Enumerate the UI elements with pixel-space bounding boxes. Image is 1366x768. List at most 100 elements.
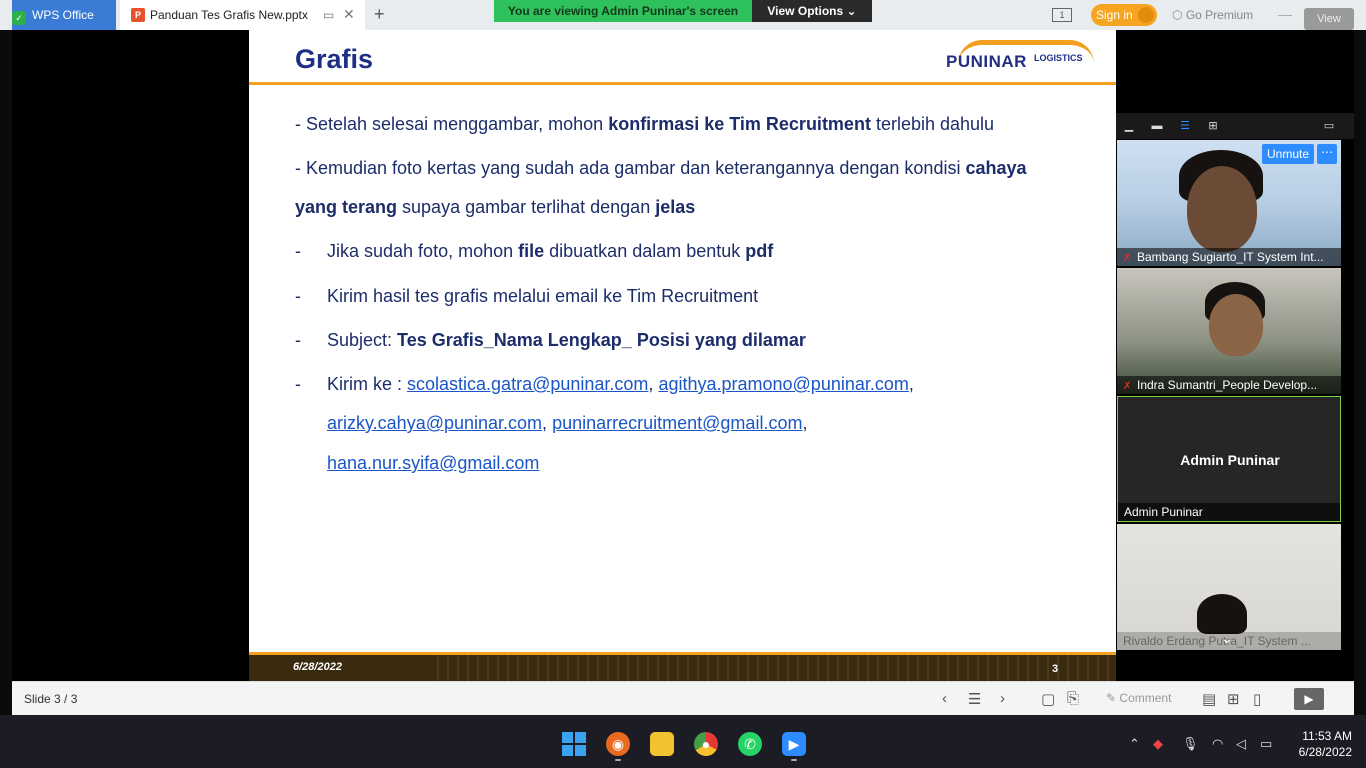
text: supaya gambar terlihat dengan [397, 197, 656, 217]
reading-view-icon[interactable]: ▯ [1253, 690, 1261, 708]
email-link[interactable]: agithya.pramono@puninar.com [658, 374, 908, 394]
normal-view-icon[interactable]: ▤ [1202, 690, 1216, 708]
slideshow-play-button[interactable]: ▶ [1294, 688, 1324, 710]
bullet-dash: - [295, 374, 301, 394]
instruction-line-3: yang terang supaya gambar terlihat denga… [295, 197, 695, 218]
tab-pin-icon[interactable]: ▭ [323, 8, 334, 22]
comment-button[interactable]: ✎ Comment [1106, 691, 1171, 705]
view-options-button[interactable]: View Options ⌄ [752, 0, 872, 22]
clock[interactable]: 11:53 AM 6/28/2022 [1286, 728, 1352, 760]
file-explorer-icon[interactable] [650, 732, 674, 756]
slide-canvas: Grafis PUNINAR LOGISTICS - Setelah seles… [249, 30, 1116, 681]
bullet-dash: - [295, 241, 301, 261]
text-bold: Tes Grafis_Nama Lengkap_ Posisi yang dil… [397, 330, 806, 350]
presentation-file-icon: P [131, 8, 145, 22]
tab-wps-office[interactable]: WPS Office [12, 0, 116, 30]
chrome-icon[interactable]: ● [694, 732, 718, 756]
text: - Setelah selesai menggambar, mohon [295, 114, 609, 134]
text: Subject: [327, 330, 398, 350]
participant-video [1187, 166, 1257, 252]
whatsapp-icon[interactable]: ✆ [738, 732, 762, 756]
text-bold: cahaya [965, 158, 1027, 178]
new-tab-icon[interactable]: + [374, 4, 385, 25]
microphone-icon[interactable]: 🎙 [1182, 736, 1199, 752]
chevron-down-icon: ⌄ [846, 4, 857, 18]
gallery-view-icon[interactable]: ⊞ [1207, 120, 1219, 132]
text: Jika sudah foto, mohon [327, 241, 519, 261]
slide-list-icon[interactable]: ☰ [968, 690, 981, 708]
text-bold: konfirmasi ke Tim Recruitment [608, 114, 871, 134]
bullet-item-4: Kirim ke : scolastica.gatra@puninar.com,… [327, 374, 914, 395]
single-view-icon[interactable]: ▬ [1151, 120, 1163, 132]
name-label: Rivaldo Erdang Putra_IT System ... [1123, 634, 1311, 648]
bullet-dash: - [295, 330, 301, 350]
name-label: Bambang Sugiarto_IT System Int... [1137, 250, 1324, 264]
tab-close-icon[interactable]: ✕ [343, 6, 355, 23]
text-bold: file [518, 241, 545, 261]
wifi-icon[interactable]: ◠ [1212, 736, 1223, 752]
sign-in-label: Sign in [1096, 8, 1133, 22]
minimize-icon[interactable]: — [1278, 6, 1292, 22]
bullet-dash: - [295, 286, 301, 306]
tab-wps-label: WPS Office [32, 8, 94, 22]
text: terlebih dahulu [870, 114, 995, 134]
bullet-item-3: Subject: Tes Grafis_Nama Lengkap_ Posisi… [327, 330, 806, 351]
bullet-item-4-cont: arizky.cahya@puninar.com, puninarrecruit… [327, 413, 807, 434]
zoom-icon[interactable]: ▶ [782, 732, 806, 756]
running-indicator [791, 759, 797, 761]
participant-name: Admin Puninar [1118, 503, 1340, 521]
tray-app-icon[interactable]: ◆ [1153, 736, 1163, 752]
participant-name: ✗ Bambang Sugiarto_IT System Int... [1117, 248, 1341, 266]
footer-pattern [429, 655, 1116, 681]
participant-tile[interactable]: ✗ Indra Sumantri_People Develop... [1117, 268, 1341, 394]
minimize-icon[interactable]: ▁ [1123, 120, 1135, 132]
more-options-button[interactable]: ⋯ [1317, 144, 1337, 164]
title-divider [249, 82, 1116, 85]
bullet-item-2: Kirim hasil tes grafis melalui email ke … [327, 286, 759, 306]
next-slide-icon[interactable]: › [1000, 690, 1005, 707]
unmute-button[interactable]: Unmute [1262, 144, 1314, 164]
text: - Kemudian foto kertas yang sudah ada ga… [295, 158, 966, 178]
email-link[interactable]: puninarrecruitment@gmail.com [552, 413, 802, 433]
text-bold: jelas [655, 197, 696, 217]
slide-counter: Slide 3 / 3 [24, 692, 78, 706]
notes-icon[interactable]: ▢ [1041, 690, 1055, 708]
email-link[interactable]: scolastica.gatra@puninar.com [407, 374, 648, 394]
participant-tile-active[interactable]: Admin Puninar Admin Puninar [1117, 396, 1341, 522]
taskbar: ◉ ● ✆ ▶ ⌃ ◆ 🎙 ◠ ◁ ▭ 11:53 AM 6/28/2022 [0, 715, 1366, 768]
instruction-line-2: - Kemudian foto kertas yang sudah ada ga… [295, 158, 1027, 179]
go-premium-button[interactable]: ⬡ Go Premium [1172, 8, 1253, 22]
separator: , [802, 413, 808, 433]
email-link[interactable]: hana.nur.syifa@gmail.com [327, 453, 539, 473]
gallery-toolbar: ▁ ▬ ☰ ⊞ ▭ [1116, 113, 1354, 139]
shield-icon: ✓ [12, 11, 26, 25]
comment-icon: ✎ [1106, 691, 1117, 705]
text-bold: yang terang [295, 197, 398, 217]
slide-sorter-icon[interactable]: ⊞ [1227, 690, 1240, 708]
popout-icon[interactable]: ▭ [1323, 120, 1335, 132]
screen-share-banner: You are viewing Admin Puninar's screen [494, 0, 752, 22]
speaker-view-icon[interactable]: ☰ [1179, 120, 1191, 132]
firefox-icon[interactable]: ◉ [606, 732, 630, 756]
bullet-item-1: Jika sudah foto, mohon file dibuatkan da… [327, 241, 773, 262]
sign-in-button[interactable]: Sign in [1091, 4, 1157, 26]
window-layout-icon[interactable]: 1 [1052, 8, 1072, 22]
windows-start-icon[interactable] [562, 732, 586, 756]
chevron-down-icon[interactable]: ⌄ [1221, 630, 1233, 647]
puninar-logo: PUNINAR LOGISTICS [946, 38, 1096, 74]
mic-muted-icon: ✗ [1123, 381, 1132, 392]
clock-date: 6/28/2022 [1298, 745, 1352, 759]
chevron-up-icon[interactable]: ⌃ [1129, 736, 1140, 752]
email-link[interactable]: arizky.cahya@puninar.com [327, 413, 542, 433]
volume-icon[interactable]: ◁ [1236, 736, 1246, 752]
participant-video [1209, 294, 1263, 356]
status-bar: Slide 3 / 3 ‹ ☰ › ▢ ⎘ ✎ Comment ▤ ⊞ ▯ ▶ [12, 681, 1354, 715]
previous-slide-icon[interactable]: ‹ [942, 690, 947, 707]
view-overlay-button[interactable]: View [1304, 8, 1354, 30]
text: dibuatkan dalam bentuk [544, 241, 746, 261]
export-icon[interactable]: ⎘ [1067, 690, 1079, 707]
battery-icon[interactable]: ▭ [1260, 736, 1272, 752]
separator: , [648, 374, 654, 394]
avatar-icon [1138, 7, 1154, 23]
text: Kirim ke : [327, 374, 408, 394]
